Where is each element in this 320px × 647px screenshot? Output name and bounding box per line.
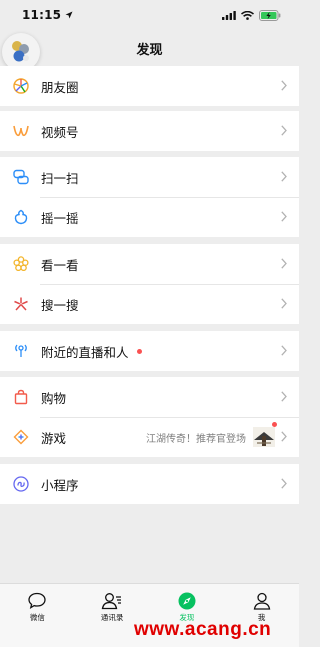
- group-stories-search: 看一看 搜一搜: [0, 244, 299, 324]
- menu-item-scan[interactable]: 扫一扫: [0, 157, 299, 197]
- menu-item-label: 小程序: [41, 477, 79, 493]
- scan-icon: [12, 168, 30, 186]
- navigation-bar: 发现: [0, 30, 299, 66]
- menu-item-label: 朋友圈: [41, 79, 79, 95]
- menu-item-label: 摇一摇: [41, 210, 79, 226]
- menu-item-label: 视频号: [41, 124, 79, 140]
- menu-item-moments[interactable]: 朋友圈: [0, 66, 299, 106]
- status-time: 11:15: [22, 8, 62, 22]
- chats-icon: [28, 592, 47, 609]
- games-icon: [12, 428, 30, 446]
- status-bar: 11:15: [0, 0, 299, 30]
- group-channels: 视频号: [0, 111, 299, 151]
- contacts-icon: [101, 593, 122, 610]
- page-title: 发现: [136, 42, 163, 58]
- games-promo: 江湖传奇！推荐官登场: [146, 417, 277, 457]
- menu-item-games[interactable]: 游戏 江湖传奇！推荐官登场: [0, 417, 299, 457]
- mini-program-floating-icon: [12, 41, 29, 62]
- menu-item-label: 扫一扫: [41, 170, 79, 186]
- me-icon: [253, 592, 270, 610]
- games-promo-text: 江湖传奇！推荐官登场: [146, 433, 246, 445]
- chevron-right-icon: [281, 171, 287, 182]
- group-nearby: 附近的直播和人: [0, 331, 299, 371]
- menu-item-shake[interactable]: 摇一摇: [0, 197, 299, 237]
- shopping-icon: [12, 388, 30, 406]
- tab-chats[interactable]: 微信: [0, 584, 75, 647]
- location-arrow-icon: [65, 11, 73, 19]
- menu-item-shopping[interactable]: 购物: [0, 377, 299, 417]
- tab-label: 通讯录: [100, 613, 124, 622]
- nearby-icon: [12, 342, 30, 360]
- shake-icon: [12, 208, 30, 226]
- tab-label: 微信: [29, 613, 45, 622]
- channels-icon: [12, 122, 30, 140]
- group-moments: 朋友圈: [0, 66, 299, 106]
- group-shopping-games: 购物 游戏 江湖传奇！推荐官登场: [0, 377, 299, 457]
- chevron-right-icon: [281, 345, 287, 356]
- menu-item-label: 购物: [41, 390, 67, 406]
- menu-item-mini-programs[interactable]: 小程序: [0, 464, 299, 504]
- top-stories-icon: [12, 255, 30, 273]
- cellular-signal-icon: [222, 10, 236, 20]
- moments-icon: [12, 77, 30, 95]
- menu-item-label: 搜一搜: [41, 297, 79, 313]
- group-scan-shake: 扫一扫 摇一摇: [0, 157, 299, 237]
- chevron-right-icon: [281, 258, 287, 269]
- discover-icon: [178, 592, 196, 610]
- notification-dot: [272, 422, 277, 427]
- chevron-right-icon: [281, 211, 287, 222]
- group-mini-programs: 小程序: [0, 464, 299, 504]
- chevron-right-icon: [281, 125, 287, 136]
- chevron-right-icon: [281, 80, 287, 91]
- chevron-right-icon: [281, 298, 287, 309]
- battery-charging-icon: [259, 9, 281, 21]
- wifi-icon: [241, 10, 254, 20]
- watermark-text: www.acang.cn: [134, 619, 272, 640]
- mini-programs-icon: [12, 475, 30, 493]
- chevron-right-icon: [281, 431, 287, 442]
- menu-item-channels[interactable]: 视频号: [0, 111, 299, 151]
- notification-dot: [136, 348, 142, 354]
- menu-item-label: 附近的直播和人: [41, 344, 129, 360]
- menu-item-top-stories[interactable]: 看一看: [0, 244, 299, 284]
- search-icon: [12, 295, 30, 313]
- menu-item-label: 看一看: [41, 257, 79, 273]
- game-thumbnail: [253, 422, 277, 447]
- chevron-right-icon: [281, 478, 287, 489]
- chevron-right-icon: [281, 391, 287, 402]
- menu-item-search[interactable]: 搜一搜: [0, 284, 299, 324]
- menu-item-nearby[interactable]: 附近的直播和人: [0, 331, 299, 371]
- menu-item-label: 游戏: [41, 430, 67, 446]
